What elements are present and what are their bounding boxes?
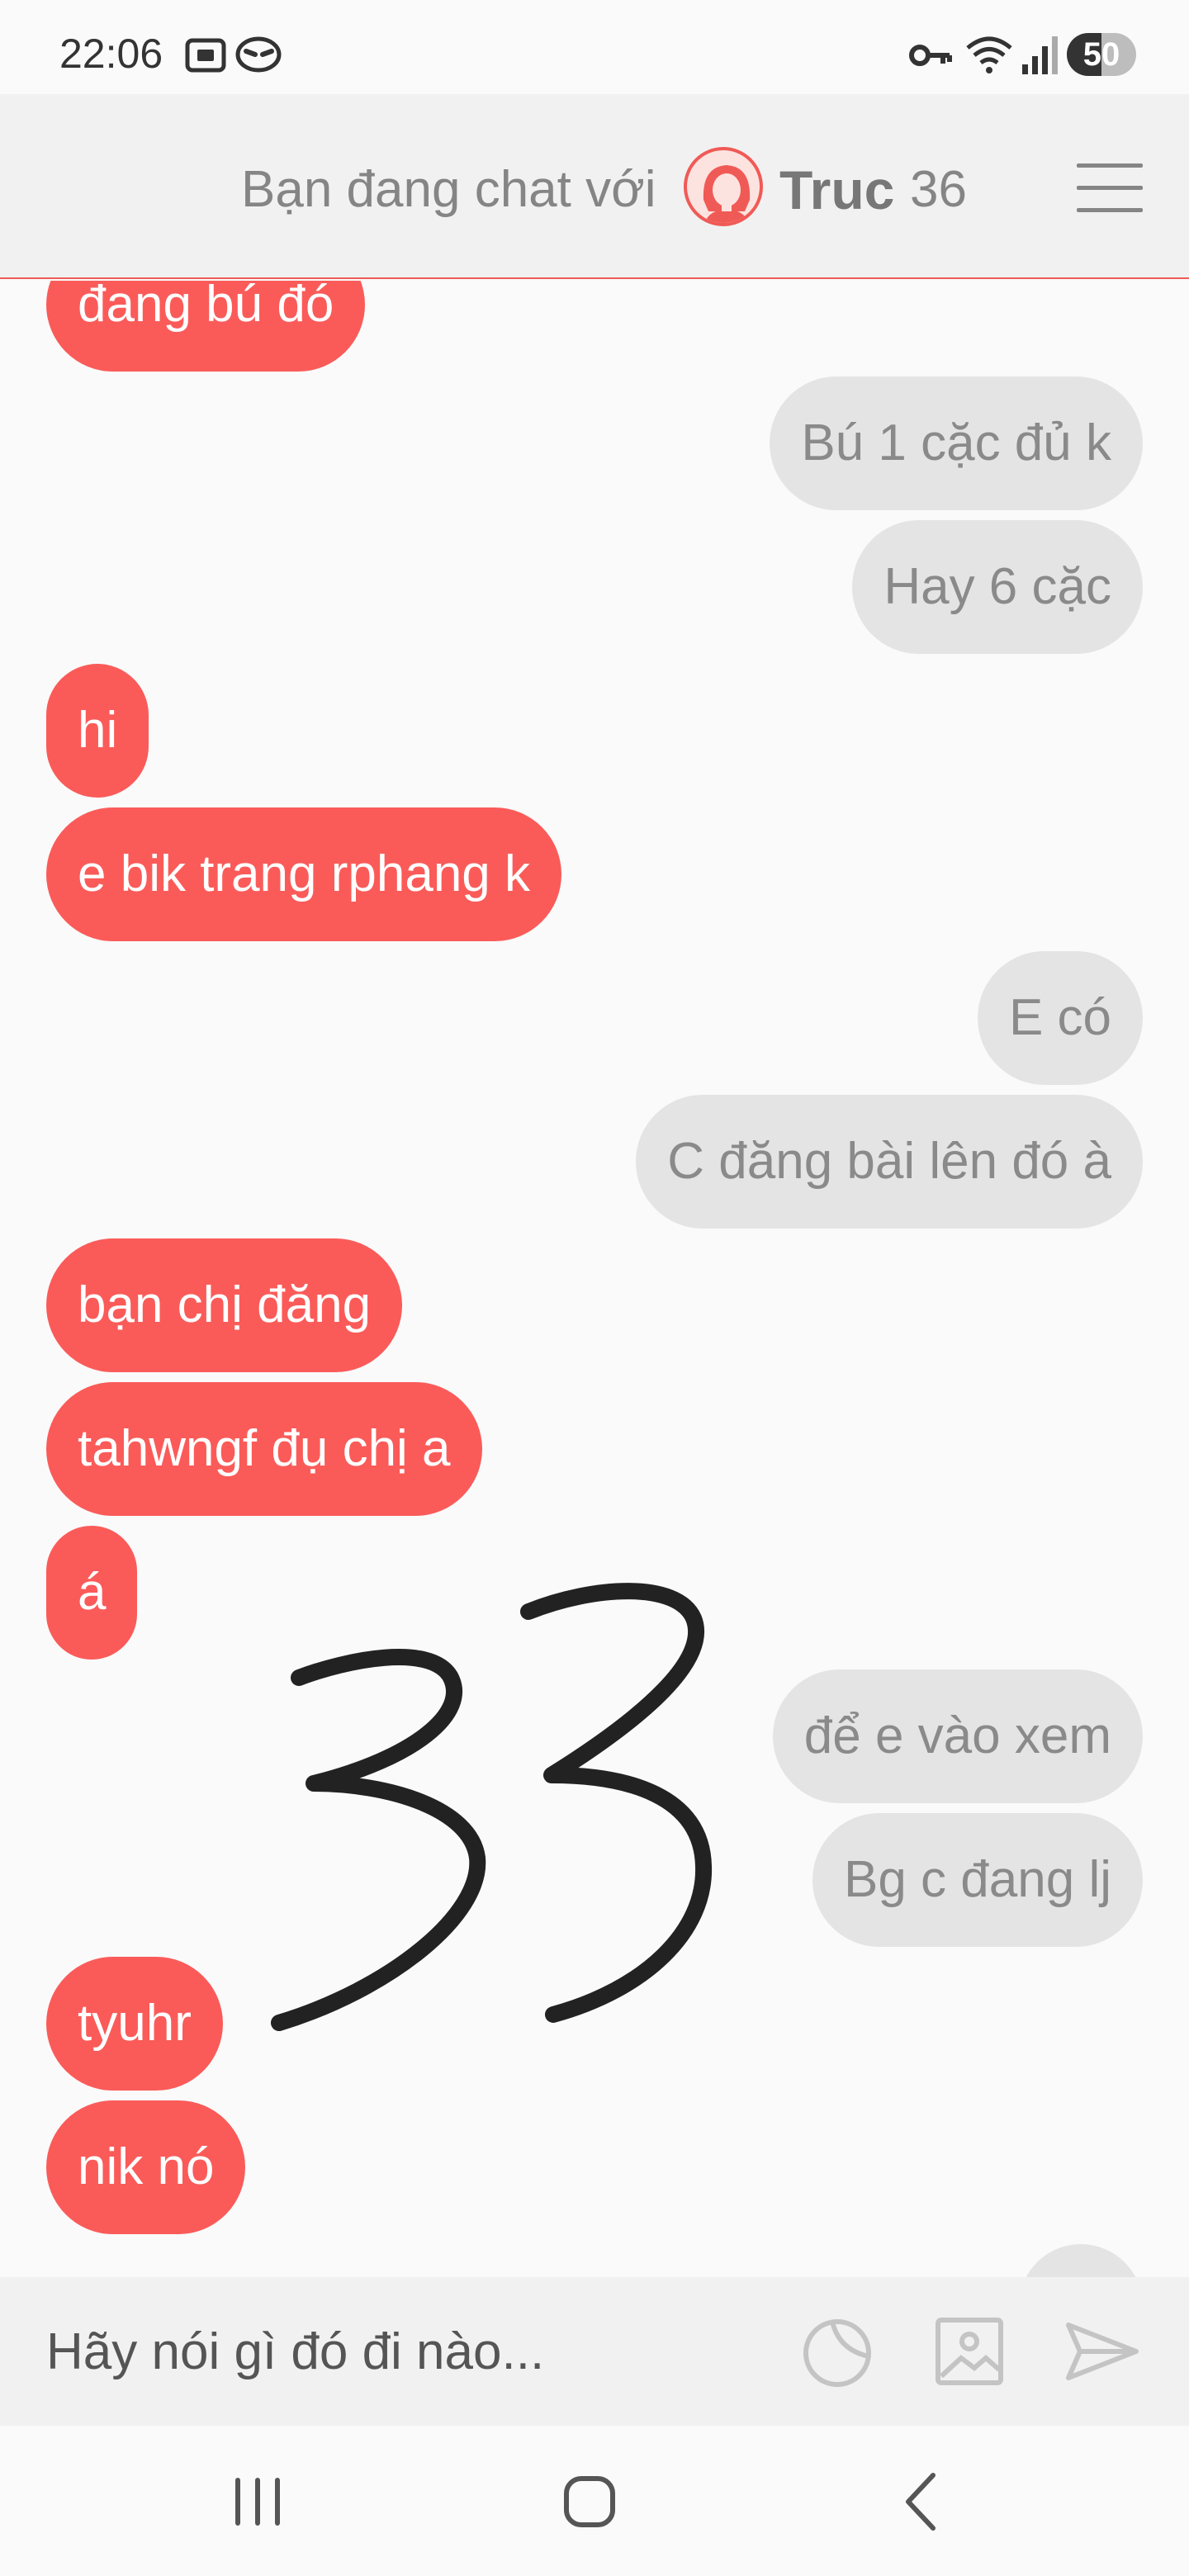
system-nav-bar bbox=[0, 2426, 1189, 2576]
message-bubble-received: á bbox=[46, 1526, 138, 1660]
message-bubble-received: tahwngf đụ chị a bbox=[46, 1382, 482, 1516]
menu-icon[interactable] bbox=[1077, 162, 1143, 213]
message-bubble-sent: E có bbox=[977, 951, 1143, 1085]
partner-name: Truc bbox=[779, 159, 895, 220]
message-bubble-sent: C đăng bài lên đó à bbox=[636, 1095, 1143, 1229]
signal-icon bbox=[1021, 33, 1059, 82]
chat-partner-prefix: Bạn đang chat với bbox=[241, 161, 656, 218]
message-input[interactable] bbox=[46, 2310, 756, 2393]
chat-header: Bạn đang chat với Truc 36 bbox=[0, 94, 1189, 279]
recent-apps-icon[interactable] bbox=[216, 2460, 299, 2543]
message-bubble-sent: Bú 1 cặc đủ k bbox=[770, 376, 1143, 510]
message-bubble-sent: để e vào xem bbox=[772, 1669, 1143, 1803]
message-bubble-received: đang bú đó bbox=[46, 281, 366, 372]
home-icon[interactable] bbox=[548, 2460, 631, 2543]
message-bubble-partial bbox=[1019, 2244, 1143, 2277]
status-bar: 22:06 50 bbox=[0, 0, 1189, 94]
message-bubble-received: bạn chị đăng bbox=[46, 1238, 403, 1372]
vpn-key-icon bbox=[908, 33, 955, 82]
screenshot-icon bbox=[183, 33, 228, 82]
message-composer bbox=[0, 2277, 1189, 2426]
partner-count: 36 bbox=[910, 161, 967, 218]
back-icon[interactable] bbox=[880, 2460, 963, 2543]
message-bubble-sent: Hay 6 cặc bbox=[852, 520, 1143, 654]
send-icon[interactable] bbox=[1060, 2310, 1143, 2393]
image-icon[interactable] bbox=[928, 2310, 1011, 2393]
message-list[interactable]: đang bú đó Bú 1 cặc đủ k Hay 6 cặc hi e … bbox=[0, 281, 1189, 2277]
battery-icon: 50 bbox=[1067, 33, 1136, 76]
message-bubble-received: e bik trang rphang k bbox=[46, 807, 562, 941]
battery-percentage: 50 bbox=[1082, 36, 1120, 73]
avatar[interactable] bbox=[684, 147, 763, 226]
wifi-icon bbox=[964, 33, 1014, 82]
message-bubble-sent: Bg c đang lj bbox=[812, 1813, 1143, 1947]
message-bubble-received: tyuhr bbox=[46, 1957, 223, 2091]
message-bubble-received: hi bbox=[46, 664, 149, 798]
status-time: 22:06 bbox=[59, 31, 163, 77]
sticker-icon[interactable] bbox=[796, 2310, 879, 2393]
messenger-icon bbox=[234, 33, 282, 82]
message-bubble-received: nik nó bbox=[46, 2100, 246, 2234]
